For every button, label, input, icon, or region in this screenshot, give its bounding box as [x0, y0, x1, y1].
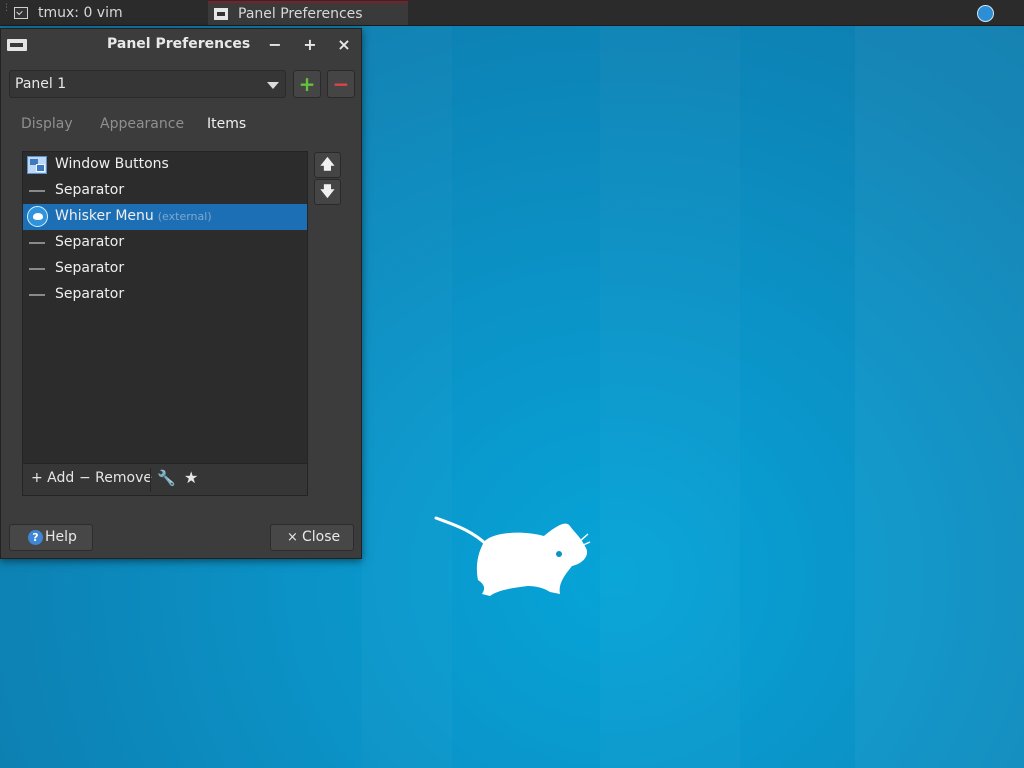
- close-label: Close: [302, 529, 341, 545]
- wallpaper-band: [600, 0, 740, 768]
- separator-icon: [29, 268, 45, 270]
- xfce-mouse-logo: [434, 516, 591, 596]
- titlebar[interactable]: Panel Preferences − + ×: [1, 29, 361, 61]
- items-list-frame: Window Buttons Separator Whisker Menu (ex…: [22, 151, 308, 496]
- close-icon: ×: [287, 530, 298, 545]
- terminal-icon: [14, 7, 28, 19]
- list-item[interactable]: Separator: [23, 178, 307, 204]
- item-label-group: Whisker Menu (external): [55, 208, 212, 224]
- panel-select[interactable]: Panel 1: [9, 70, 286, 98]
- item-label: Separator: [55, 182, 125, 198]
- maximize-button[interactable]: +: [300, 35, 320, 55]
- wallpaper-band: [362, 0, 452, 768]
- whisker-menu-tray-icon[interactable]: [977, 5, 994, 22]
- separator-icon: [29, 294, 45, 296]
- add-panel-button[interactable]: +: [293, 70, 321, 98]
- taskbar-item-label: Panel Preferences: [238, 6, 363, 22]
- item-label: Separator: [55, 260, 125, 276]
- separator-icon: [29, 190, 45, 192]
- taskbar-item-label: tmux: 0 vim: [38, 5, 123, 21]
- help-button[interactable]: ? Help: [9, 524, 93, 551]
- tab-display[interactable]: Display: [21, 116, 73, 132]
- panel-preferences-dialog: Panel Preferences − + × Panel 1 + − Disp…: [0, 28, 362, 559]
- window-title: Panel Preferences: [107, 36, 251, 52]
- wrench-icon[interactable]: 🔧: [157, 469, 176, 487]
- panel-handle-icon[interactable]: ⋮: [2, 4, 11, 20]
- item-label: Separator: [55, 286, 125, 302]
- panel-select-value: Panel 1: [15, 76, 67, 92]
- list-item[interactable]: Window Buttons: [23, 152, 307, 178]
- arrow-down-icon[interactable]: 🡇: [314, 179, 341, 205]
- wallpaper-band: [855, 0, 1024, 768]
- close-button[interactable]: × Close: [270, 524, 354, 551]
- list-item[interactable]: Whisker Menu (external): [23, 204, 307, 230]
- arrow-up-icon[interactable]: 🡅: [314, 152, 341, 178]
- close-window-button[interactable]: ×: [334, 35, 354, 55]
- panel-preferences-icon: [7, 39, 27, 51]
- remove-item-button[interactable]: − Remove: [79, 470, 152, 486]
- item-external-suffix: (external): [157, 210, 212, 223]
- list-toolbar: + Add − Remove 🔧 ★: [23, 463, 307, 495]
- add-item-button[interactable]: + Add: [31, 470, 74, 486]
- minimize-button[interactable]: −: [265, 35, 285, 55]
- panel-preferences-icon: [214, 8, 228, 20]
- tab-items[interactable]: Items: [207, 116, 246, 132]
- star-icon[interactable]: ★: [184, 468, 198, 487]
- items-list[interactable]: Window Buttons Separator Whisker Menu (ex…: [23, 152, 307, 462]
- item-label: Separator: [55, 234, 125, 250]
- help-icon: ?: [28, 530, 43, 545]
- top-panel: ⋮ tmux: 0 vim Panel Preferences: [0, 0, 1024, 26]
- list-item[interactable]: Separator: [23, 282, 307, 308]
- whisker-menu-icon: [27, 206, 48, 227]
- taskbar-item-terminal[interactable]: tmux: 0 vim: [8, 1, 203, 25]
- separator-icon: [29, 242, 45, 244]
- item-label: Whisker Menu: [55, 208, 154, 224]
- help-label: Help: [45, 529, 77, 545]
- toolbar-divider: [150, 468, 151, 492]
- tab-appearance[interactable]: Appearance: [100, 116, 184, 132]
- item-label: Window Buttons: [55, 156, 169, 172]
- window-buttons-icon: [27, 156, 47, 174]
- taskbar-item-panel-preferences[interactable]: Panel Preferences: [208, 1, 408, 25]
- remove-panel-button[interactable]: −: [327, 70, 355, 98]
- list-item[interactable]: Separator: [23, 256, 307, 282]
- list-item[interactable]: Separator: [23, 230, 307, 256]
- chevron-down-icon: [267, 82, 279, 89]
